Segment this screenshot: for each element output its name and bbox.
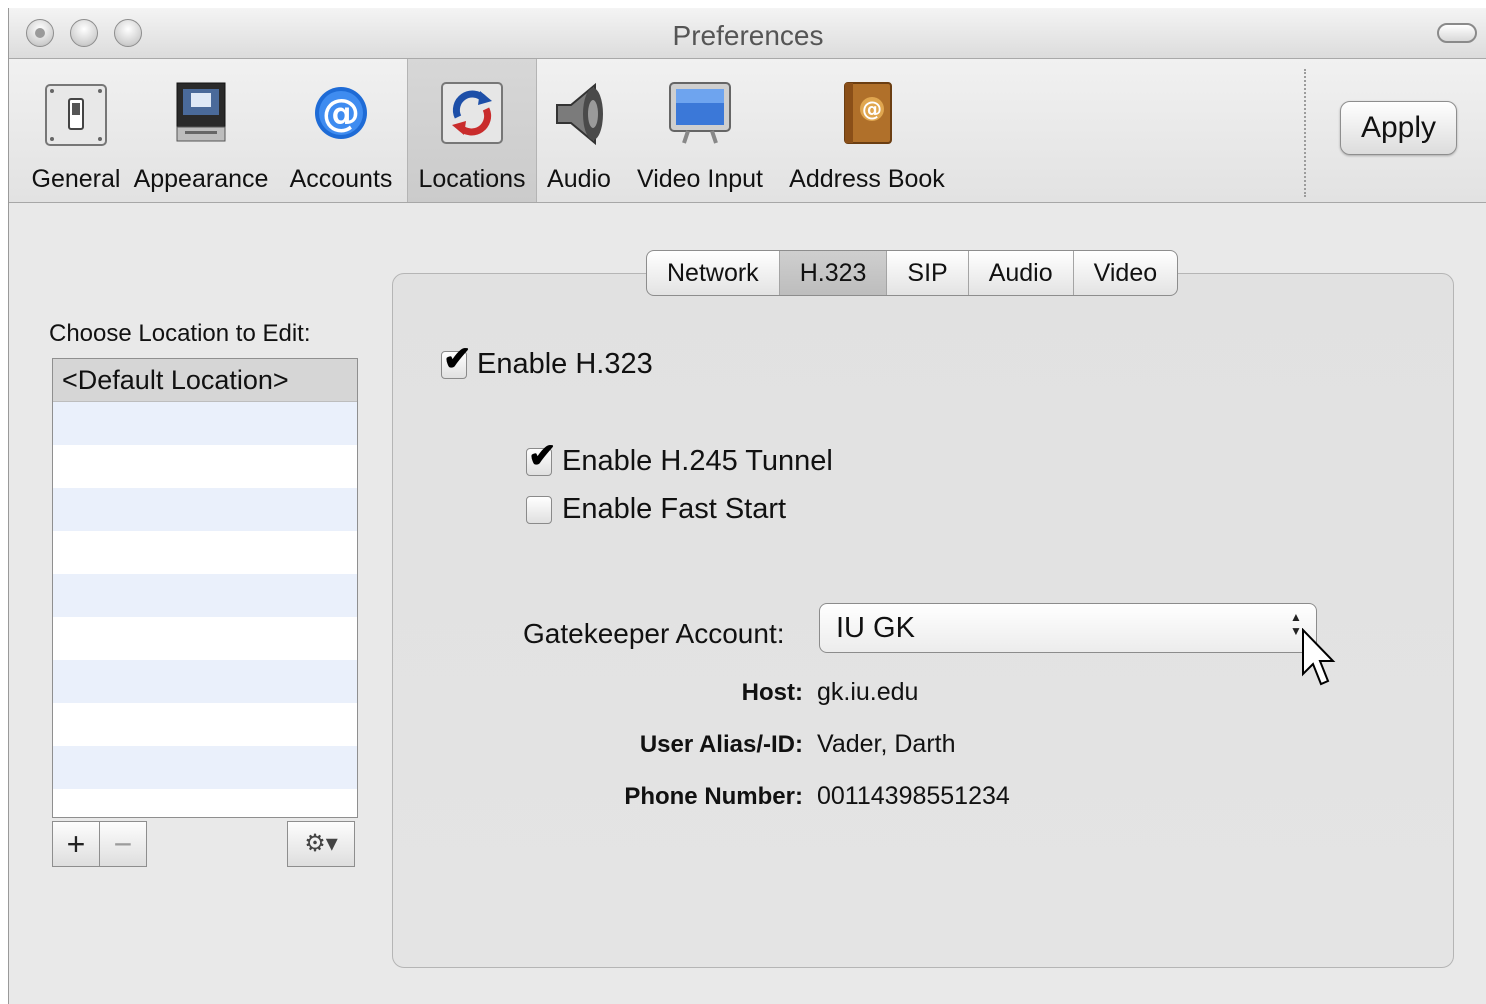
remove-location-button[interactable]: − xyxy=(99,821,147,867)
toolbar: General Appearance @ Accounts Locations … xyxy=(9,59,1486,203)
window-title: Preferences xyxy=(672,20,824,51)
toolbar-address-book-label: Address Book xyxy=(789,165,945,193)
tab-h323[interactable]: H.323 xyxy=(779,251,888,295)
svg-text:@: @ xyxy=(322,91,360,135)
tab-video[interactable]: Video xyxy=(1074,251,1177,295)
address-book-icon: @ xyxy=(844,82,892,144)
gatekeeper-account-value: IU GK xyxy=(836,612,915,644)
display-icon xyxy=(669,82,731,144)
locations-sync-icon xyxy=(441,82,503,144)
host-label: Host: xyxy=(741,679,803,706)
toolbar-appearance[interactable]: Appearance xyxy=(131,59,271,202)
enable-fast-start-label: Enable Fast Start xyxy=(562,493,787,525)
monitor-computer-icon xyxy=(176,82,226,142)
choose-location-label: Choose Location to Edit: xyxy=(49,320,311,347)
toolbar-appearance-label: Appearance xyxy=(133,165,269,193)
location-item-default[interactable]: <Default Location> xyxy=(53,359,357,402)
phone-number-label: Phone Number: xyxy=(624,783,803,810)
tab-network[interactable]: Network xyxy=(647,251,780,295)
enable-fast-start-checkbox[interactable]: Enable Fast Start xyxy=(526,493,786,526)
location-actions-gear-button[interactable]: ⚙▾ xyxy=(287,821,355,867)
preferences-window: Preferences General Appearance @ Account… xyxy=(8,8,1486,1004)
toolbar-accounts[interactable]: @ Accounts xyxy=(281,59,401,202)
title-bar[interactable]: Preferences xyxy=(9,8,1486,59)
at-sign-icon: @ xyxy=(315,87,367,139)
toolbar-accounts-label: Accounts xyxy=(289,165,393,193)
switch-icon xyxy=(45,84,107,146)
phone-number-value: 00114398551234 xyxy=(817,782,1010,810)
user-alias-label: User Alias/-ID: xyxy=(639,731,803,758)
enable-h245-tunnel-label: Enable H.245 Tunnel xyxy=(562,445,833,477)
location-list[interactable]: <Default Location> xyxy=(52,358,358,818)
mouse-pointer-icon xyxy=(1302,628,1336,686)
tab-sip[interactable]: SIP xyxy=(887,251,969,295)
checkmark-icon: ✔ xyxy=(443,339,472,378)
svg-text:@: @ xyxy=(862,97,882,121)
toolbar-audio-label: Audio xyxy=(547,165,611,193)
user-alias-value: Vader, Darth xyxy=(817,730,956,758)
toolbar-general-label: General xyxy=(31,165,121,193)
enable-h245-tunnel-box[interactable]: ✔ xyxy=(526,439,557,476)
toolbar-general[interactable]: General xyxy=(21,59,131,202)
gatekeeper-account-label: Gatekeeper Account: xyxy=(523,618,785,649)
enable-h323-box[interactable]: ✔ xyxy=(441,342,472,379)
toolbar-locations[interactable]: Locations xyxy=(407,59,537,202)
speaker-icon xyxy=(556,82,603,146)
enable-h323-label: Enable H.323 xyxy=(477,348,653,380)
host-value: gk.iu.edu xyxy=(817,678,919,706)
toolbar-video-input[interactable]: Video Input xyxy=(631,59,769,202)
toolbar-audio[interactable]: Audio xyxy=(539,59,619,202)
toolbar-toggle-button[interactable] xyxy=(1437,23,1477,43)
toolbar-video-input-label: Video Input xyxy=(636,165,764,193)
toolbar-locations-label: Locations xyxy=(418,165,526,193)
enable-fast-start-box[interactable] xyxy=(526,495,552,524)
settings-tabs: Network H.323 SIP Audio Video xyxy=(646,250,1179,296)
toolbar-address-book[interactable]: @ Address Book xyxy=(785,59,949,202)
gatekeeper-account-select[interactable]: IU GK ▲ ▼ xyxy=(819,603,1317,653)
enable-h323-checkbox[interactable]: ✔ Enable H.323 xyxy=(441,342,653,381)
enable-h245-tunnel-checkbox[interactable]: ✔ Enable H.245 Tunnel xyxy=(526,439,833,478)
apply-button[interactable]: Apply xyxy=(1340,101,1457,155)
tab-audio[interactable]: Audio xyxy=(969,251,1074,295)
toolbar-separator xyxy=(1304,69,1306,197)
checkmark-icon: ✔ xyxy=(528,436,557,475)
add-location-button[interactable]: + xyxy=(52,821,100,867)
